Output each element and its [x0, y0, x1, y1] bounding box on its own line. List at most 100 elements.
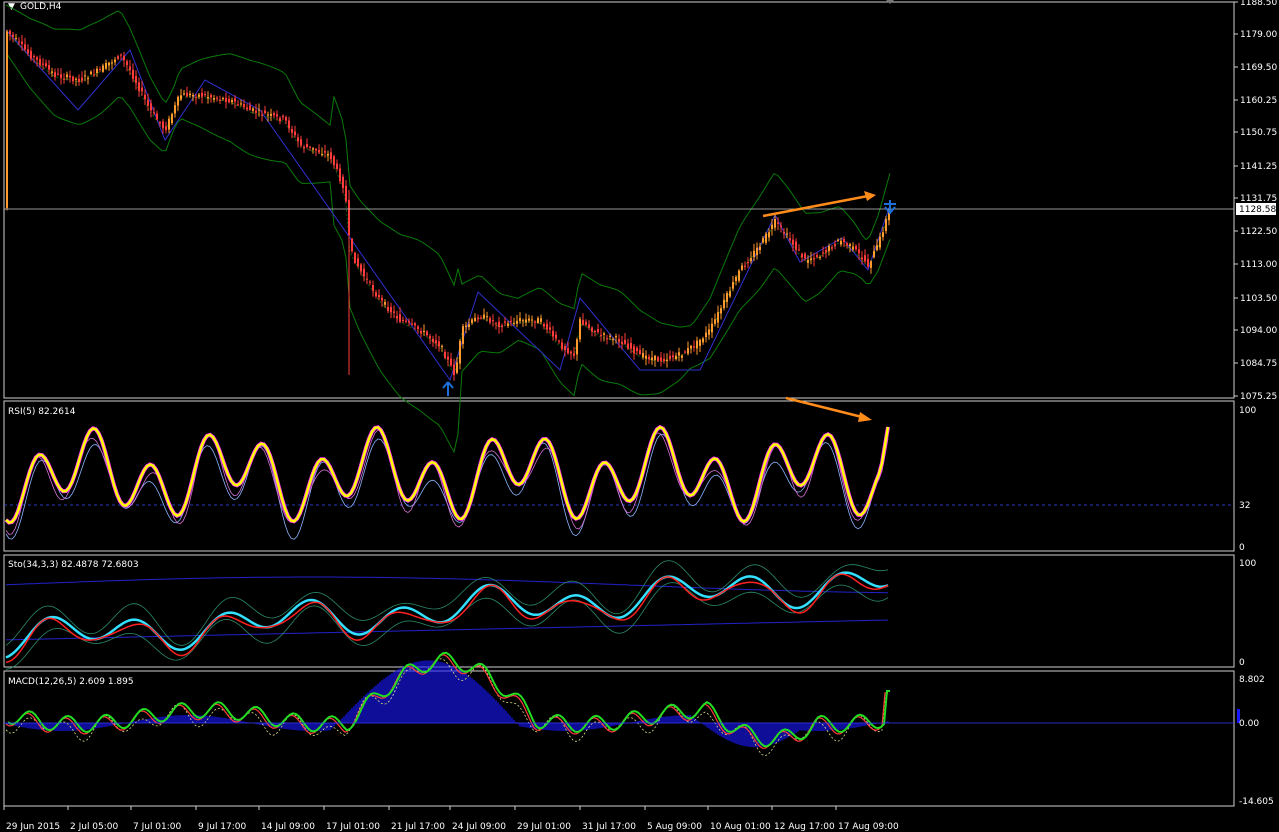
candle-body	[687, 348, 689, 354]
candle-body	[42, 63, 44, 65]
candle-body	[303, 147, 305, 148]
candle-body	[783, 232, 785, 234]
candle-body	[75, 78, 77, 80]
time-tick-label: 17 Jul 01:00	[326, 822, 380, 832]
candle-body	[366, 278, 368, 280]
candle-body	[189, 93, 191, 96]
candle-body	[591, 327, 593, 332]
stochastic-panel[interactable]	[3, 554, 1235, 668]
candle-body	[36, 57, 38, 60]
candle-body	[528, 318, 530, 321]
candle-body	[447, 356, 449, 360]
time-tick-label: 2 Jul 05:00	[70, 822, 119, 832]
candle-body	[864, 255, 866, 262]
candle-body	[666, 359, 668, 361]
candle-body	[330, 152, 332, 160]
candle-body	[63, 78, 65, 80]
candle-body	[231, 100, 233, 103]
candle-body	[405, 320, 407, 322]
candle-body	[174, 105, 176, 114]
candle-body	[483, 314, 485, 319]
candle-body	[645, 355, 647, 359]
candle-body	[831, 247, 833, 249]
rsi-label: RSI(5) 82.2614	[8, 407, 76, 417]
candle-body	[459, 340, 461, 364]
candle-body	[837, 239, 839, 241]
candle-body	[765, 233, 767, 243]
time-tick-label: 9 Jul 17:00	[198, 822, 247, 832]
candle-body	[186, 92, 188, 97]
macd-label: MACD(12,26,5) 2.609 1.895	[8, 677, 134, 687]
candle-body	[66, 74, 68, 78]
candle-body	[804, 253, 806, 259]
candle-body	[309, 146, 311, 148]
candle-body	[798, 249, 800, 251]
candle-body	[318, 149, 320, 153]
macd-panel[interactable]	[3, 670, 1235, 807]
candle-body	[411, 323, 413, 325]
candle-body	[789, 238, 791, 241]
candle-body	[714, 319, 716, 324]
stochastic-upper-band	[5, 576, 888, 594]
candle-body	[51, 71, 53, 73]
candle-body	[603, 333, 605, 335]
candle-body	[150, 103, 152, 111]
candle-body	[390, 307, 392, 313]
candle-body	[195, 97, 197, 99]
candle-body	[498, 321, 500, 328]
candle-body	[870, 261, 872, 268]
candle-body	[780, 225, 782, 227]
price-tick-label: 1094.00	[1240, 326, 1277, 336]
stochastic-scale-top: 100	[1239, 559, 1256, 569]
candle-body	[360, 264, 362, 272]
candle-body	[807, 259, 809, 263]
candle-body	[201, 92, 203, 97]
candle-body	[135, 76, 137, 84]
candle-body	[516, 320, 518, 324]
candle-body	[378, 295, 380, 298]
candle-body	[93, 74, 95, 76]
time-tick-label: 24 Jul 09:00	[452, 822, 506, 832]
candle-body	[117, 56, 119, 59]
candle-body	[477, 317, 479, 320]
time-tick-label: 17 Aug 09:00	[838, 822, 899, 832]
macd-scale-top: 8.802	[1239, 675, 1265, 685]
candle-body	[843, 239, 845, 243]
candle-body	[90, 71, 92, 74]
candle-body	[327, 153, 329, 156]
candle-body	[462, 326, 464, 344]
candle-body	[261, 114, 263, 116]
candle-body	[324, 151, 326, 153]
candle-body	[153, 112, 155, 114]
candle-body	[315, 149, 317, 151]
candle-body	[354, 252, 356, 263]
candle-body	[279, 117, 281, 122]
candle-body	[639, 349, 641, 354]
candle-body	[258, 109, 260, 111]
candle-body	[648, 356, 650, 360]
rsi-panel[interactable]	[3, 400, 1235, 552]
candle-body	[291, 129, 293, 133]
candle-body	[651, 357, 653, 361]
candle-body	[420, 331, 422, 334]
candle-body	[828, 246, 830, 252]
candle-body	[96, 68, 98, 73]
stochastic-label: Sto(34,3,3) 82.4878 72.6803	[8, 560, 139, 570]
candle-body	[444, 351, 446, 358]
candle-body	[177, 96, 179, 106]
candle-body	[747, 262, 749, 263]
candle-body	[363, 268, 365, 277]
candle-body	[375, 292, 377, 297]
candle-body	[285, 117, 287, 121]
candle-body	[822, 252, 824, 254]
trading-chart[interactable]: ▼ GOLD,H4 1188.501179.001169.501160.2511…	[0, 0, 1279, 832]
candle-body	[624, 339, 626, 344]
candle-body	[132, 69, 134, 79]
candle-body	[297, 137, 299, 142]
candle-body	[402, 319, 404, 322]
candle-body	[543, 324, 545, 327]
candle-body	[570, 351, 572, 354]
candle-body	[21, 41, 23, 44]
candle-body	[306, 144, 308, 148]
candle-body	[522, 320, 524, 322]
